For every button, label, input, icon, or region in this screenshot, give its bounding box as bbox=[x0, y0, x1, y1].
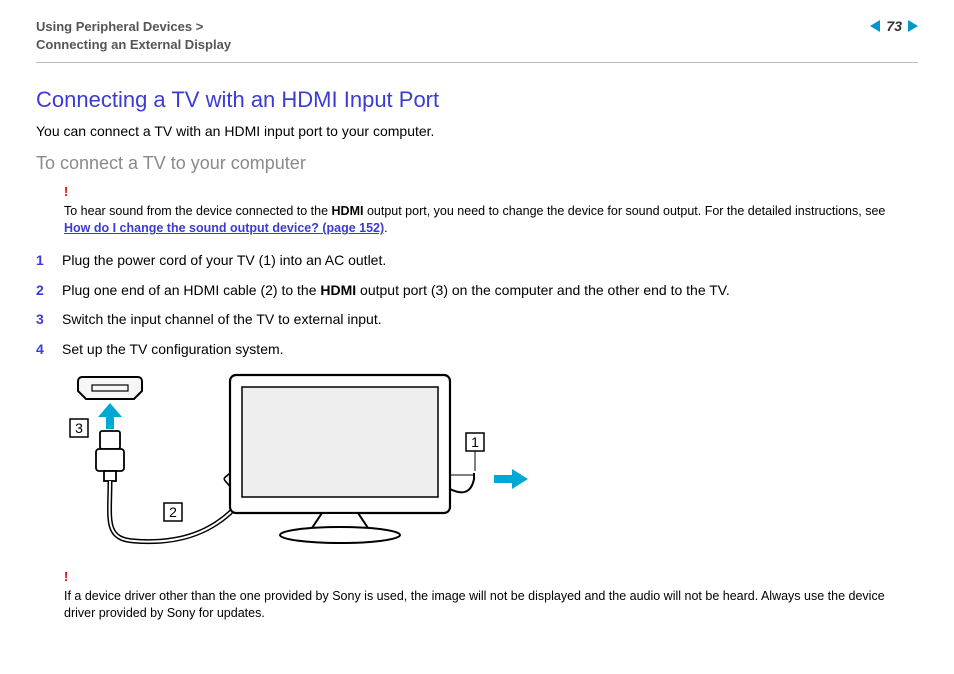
step-number: 1 bbox=[36, 251, 50, 271]
page-header: Using Peripheral Devices > Connecting an… bbox=[36, 18, 918, 63]
note2-text: If a device driver other than the one pr… bbox=[64, 589, 885, 620]
steps-list: 1 Plug the power cord of your TV (1) int… bbox=[36, 251, 918, 359]
hdmi-port-icon bbox=[78, 377, 142, 399]
diagram-label-3: 3 bbox=[70, 419, 88, 437]
step-text: Switch the input channel of the TV to ex… bbox=[62, 310, 382, 330]
page-nav: 73 bbox=[870, 18, 918, 34]
step-4: 4 Set up the TV configuration system. bbox=[36, 340, 918, 360]
note-text-b: output port, you need to change the devi… bbox=[363, 204, 885, 218]
arrow-up-icon bbox=[98, 403, 122, 429]
intro-text: You can connect a TV with an HDMI input … bbox=[36, 123, 918, 139]
diagram-label-1: 1 bbox=[466, 433, 484, 451]
svg-text:3: 3 bbox=[75, 420, 83, 436]
hdmi-plug-icon bbox=[96, 431, 124, 481]
power-cord-icon bbox=[450, 473, 474, 492]
note-text-c: . bbox=[384, 221, 387, 235]
hdmi-bold: HDMI bbox=[332, 204, 364, 218]
diagram-svg: 3 2 bbox=[64, 369, 544, 559]
note-text-a: To hear sound from the device connected … bbox=[64, 204, 332, 218]
sound-output-link[interactable]: How do I change the sound output device?… bbox=[64, 221, 384, 235]
step-3: 3 Switch the input channel of the TV to … bbox=[36, 310, 918, 330]
svg-text:1: 1 bbox=[471, 434, 479, 450]
note-driver: ! If a device driver other than the one … bbox=[64, 569, 918, 622]
step-text: Set up the TV configuration system. bbox=[62, 340, 284, 360]
page-title: Connecting a TV with an HDMI Input Port bbox=[36, 87, 918, 113]
arrow-right-icon bbox=[494, 469, 528, 489]
step-text: Plug the power cord of your TV (1) into … bbox=[62, 251, 386, 271]
nav-prev-icon[interactable] bbox=[870, 20, 880, 32]
diagram-label-2: 2 bbox=[164, 503, 182, 521]
alert-icon: ! bbox=[64, 184, 918, 201]
step-1: 1 Plug the power cord of your TV (1) int… bbox=[36, 251, 918, 271]
breadcrumb: Using Peripheral Devices > Connecting an… bbox=[36, 18, 231, 54]
chevron-right-icon: > bbox=[196, 19, 204, 34]
step-2: 2 Plug one end of an HDMI cable (2) to t… bbox=[36, 281, 918, 301]
tv-icon bbox=[230, 375, 450, 543]
subheading: To connect a TV to your computer bbox=[36, 153, 918, 174]
breadcrumb-bottom: Connecting an External Display bbox=[36, 37, 231, 52]
breadcrumb-top: Using Peripheral Devices bbox=[36, 19, 192, 34]
step-number: 2 bbox=[36, 281, 50, 301]
alert-icon: ! bbox=[64, 569, 918, 586]
svg-text:2: 2 bbox=[169, 504, 177, 520]
step-number: 4 bbox=[36, 340, 50, 360]
document-page: Using Peripheral Devices > Connecting an… bbox=[0, 0, 954, 642]
step-text: Plug one end of an HDMI cable (2) to the… bbox=[62, 281, 730, 301]
connection-diagram: 3 2 bbox=[64, 369, 918, 559]
nav-next-icon[interactable] bbox=[908, 20, 918, 32]
step-number: 3 bbox=[36, 310, 50, 330]
page-number: 73 bbox=[886, 18, 902, 34]
note-sound-output: ! To hear sound from the device connecte… bbox=[64, 184, 918, 237]
